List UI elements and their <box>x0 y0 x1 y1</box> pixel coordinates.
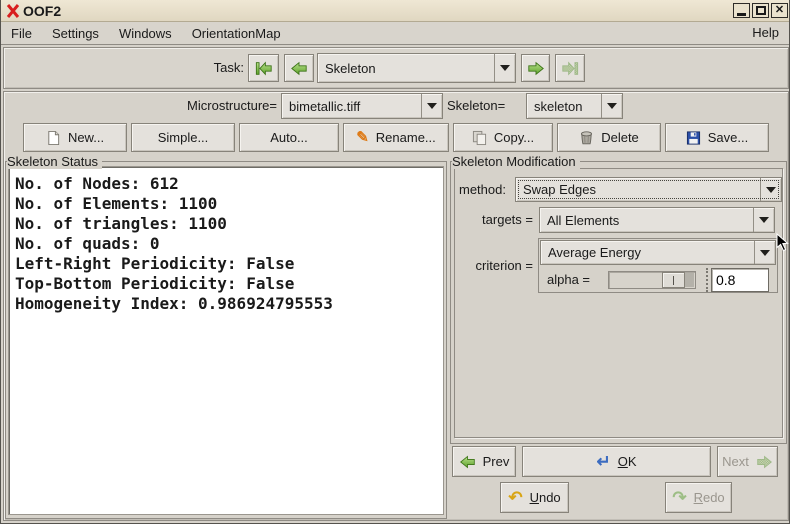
criterion-value: Average Energy <box>541 245 754 260</box>
skeleton-status-title: Skeleton Status <box>7 154 102 169</box>
criterion-select[interactable]: Average Energy <box>540 240 776 265</box>
copy-button[interactable]: Copy... <box>453 123 553 152</box>
prev-arrow-icon <box>459 455 476 469</box>
status-line: Left-Right Periodicity: False <box>15 254 443 274</box>
skeleton-select[interactable]: skeleton <box>526 93 623 119</box>
trash-icon <box>579 130 594 146</box>
delete-button[interactable]: Delete <box>557 123 661 152</box>
criterion-label: criterion = <box>441 239 533 293</box>
undo-button[interactable]: ↶ Undo <box>500 482 569 513</box>
pencil-icon: ✎ <box>356 130 369 145</box>
next-arrow-icon <box>756 455 773 469</box>
prev-button[interactable]: Prev <box>452 446 516 477</box>
minimize-icon <box>737 13 746 16</box>
save-button[interactable]: Save... <box>665 123 769 152</box>
skeleton-value: skeleton <box>527 99 601 114</box>
last-arrow-icon <box>561 61 579 76</box>
status-line: No. of triangles: 1100 <box>15 214 443 234</box>
skeleton-status-text: No. of Nodes: 612 No. of Elements: 1100 … <box>8 166 444 515</box>
save-button-label: Save... <box>708 130 748 145</box>
copy-button-label: Copy... <box>494 130 534 145</box>
next-button-label: Next <box>722 454 749 469</box>
alpha-label: alpha = <box>547 268 590 292</box>
task-select-value: Skeleton <box>318 61 494 76</box>
ok-button-label: OK <box>618 454 637 469</box>
simple-button[interactable]: Simple... <box>131 123 235 152</box>
close-button[interactable]: ✕ <box>771 3 788 18</box>
close-icon: ✕ <box>775 5 784 16</box>
chevron-down-icon <box>753 208 774 232</box>
targets-label: targets = <box>441 207 533 233</box>
microstructure-select[interactable]: bimetallic.tiff <box>281 93 443 119</box>
menu-bar: File Settings Windows OrientationMap Hel… <box>1 22 790 45</box>
chevron-down-icon <box>421 94 442 118</box>
undo-arrow-icon: ↶ <box>508 489 522 506</box>
back-arrow-icon <box>290 61 308 76</box>
chevron-down-icon <box>754 241 775 264</box>
minimize-button[interactable] <box>733 3 750 18</box>
maximize-icon <box>756 6 766 15</box>
task-forward-button[interactable] <box>521 54 550 82</box>
targets-select[interactable]: All Elements <box>539 207 775 233</box>
auto-button-label: Auto... <box>270 130 308 145</box>
alpha-input[interactable] <box>711 268 769 292</box>
window-title: OOF2 <box>23 3 61 19</box>
ok-button[interactable]: ↵ OK <box>522 446 711 477</box>
skeleton-modification-title: Skeleton Modification <box>452 154 580 169</box>
task-back-button[interactable] <box>284 54 314 82</box>
forward-arrow-icon <box>527 61 545 76</box>
alpha-slider-handle[interactable] <box>662 272 685 288</box>
simple-button-label: Simple... <box>158 130 209 145</box>
chevron-down-icon <box>494 54 515 82</box>
task-last-button <box>555 54 585 82</box>
slider-entry-divider <box>706 268 708 292</box>
method-label: method: <box>459 177 506 202</box>
next-button: Next <box>717 446 778 477</box>
alpha-slider[interactable] <box>608 271 696 289</box>
skeleton-label: Skeleton= <box>447 93 523 119</box>
new-button-label: New... <box>68 130 104 145</box>
task-label: Task: <box>196 53 244 83</box>
rename-button[interactable]: ✎ Rename... <box>343 123 449 152</box>
first-arrow-icon <box>255 61 273 76</box>
undo-button-label: Undo <box>530 490 561 505</box>
new-document-icon <box>46 130 61 146</box>
microstructure-value: bimetallic.tiff <box>282 99 421 114</box>
menu-help[interactable]: Help <box>748 25 783 40</box>
maximize-button[interactable] <box>752 3 769 18</box>
chevron-down-icon <box>601 94 622 118</box>
status-line: Top-Bottom Periodicity: False <box>15 274 443 294</box>
status-line: Homogeneity Index: 0.986924795553 <box>15 294 443 314</box>
redo-button-label: Redo <box>694 490 725 505</box>
targets-value: All Elements <box>540 213 753 228</box>
microstructure-label: Microstructure= <box>151 93 277 119</box>
chevron-down-icon <box>760 178 781 201</box>
floppy-disk-icon <box>686 130 701 146</box>
method-value: Swap Edges <box>516 182 760 197</box>
rename-button-label: Rename... <box>376 130 436 145</box>
new-button[interactable]: New... <box>23 123 127 152</box>
menu-windows[interactable]: Windows <box>109 23 182 44</box>
menu-orientationmap[interactable]: OrientationMap <box>182 23 291 44</box>
auto-button[interactable]: Auto... <box>239 123 339 152</box>
copy-icon <box>472 130 487 146</box>
redo-arrow-icon: ↷ <box>672 489 686 506</box>
menu-file[interactable]: File <box>1 23 42 44</box>
task-select[interactable]: Skeleton <box>317 53 516 83</box>
prev-button-label: Prev <box>483 454 510 469</box>
oof2-logo-icon <box>6 4 20 18</box>
task-first-button[interactable] <box>248 54 279 82</box>
title-bar: OOF2 ✕ <box>1 0 790 22</box>
status-line: No. of Nodes: 612 <box>15 174 443 194</box>
redo-button: ↷ Redo <box>665 482 732 513</box>
oof2-window: OOF2 ✕ File Settings Windows Orientation… <box>0 0 790 524</box>
menu-settings[interactable]: Settings <box>42 23 109 44</box>
delete-button-label: Delete <box>601 130 639 145</box>
status-line: No. of Elements: 1100 <box>15 194 443 214</box>
ok-enter-icon: ↵ <box>596 453 610 470</box>
method-select[interactable]: Swap Edges <box>515 177 782 202</box>
mouse-cursor <box>776 233 789 255</box>
status-line: No. of quads: 0 <box>15 234 443 254</box>
